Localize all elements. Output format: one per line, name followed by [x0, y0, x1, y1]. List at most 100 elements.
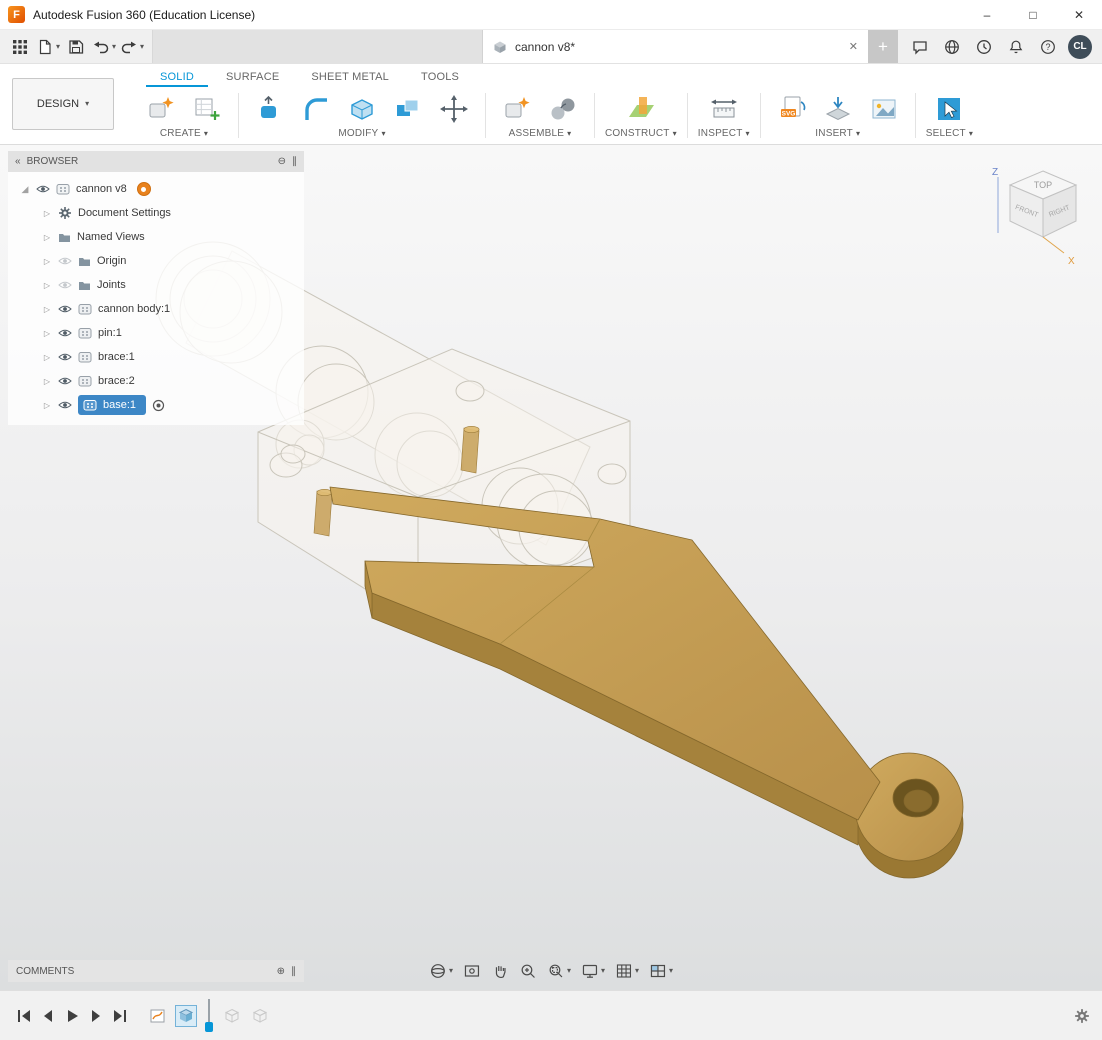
- browser-item-origin[interactable]: ▷ Origin: [8, 249, 304, 273]
- tab-sheet-metal[interactable]: SHEET METAL: [297, 68, 403, 87]
- timeline-extrude-feature-icon[interactable]: [176, 1006, 196, 1026]
- tab-close-icon[interactable]: ✕: [849, 40, 858, 53]
- assemble-dropdown[interactable]: ASSEMBLE▾: [509, 128, 572, 142]
- browser-item-named-views[interactable]: ▷ Named Views: [8, 225, 304, 249]
- 3d-viewport[interactable]: « BROWSER ⊖ ∥ ◢ cannon v8 ▷ Document Set: [0, 145, 1102, 990]
- measure-icon[interactable]: [703, 90, 745, 128]
- pan-hand-icon[interactable]: [487, 960, 513, 982]
- new-tab-button[interactable]: +: [868, 30, 898, 63]
- timeline-position-marker[interactable]: [204, 999, 214, 1033]
- timeline-suppressed-feature-icon[interactable]: [222, 1006, 242, 1026]
- visibility-eye-icon[interactable]: [58, 280, 72, 290]
- move-copy-icon[interactable]: [433, 90, 475, 128]
- selected-item-highlight[interactable]: base:1: [78, 395, 146, 415]
- expand-arrow-icon[interactable]: ▷: [42, 377, 52, 386]
- browser-root-item[interactable]: ◢ cannon v8: [8, 177, 304, 201]
- browser-item-pin[interactable]: ▷ pin:1: [8, 321, 304, 345]
- expand-arrow-icon[interactable]: ▷: [42, 281, 52, 290]
- viewcube[interactable]: Z TOP FRONT RIGHT X: [958, 163, 1088, 280]
- browser-item-brace-1[interactable]: ▷ brace:1: [8, 345, 304, 369]
- timeline-step-back-button[interactable]: [36, 1004, 60, 1028]
- construct-plane-icon[interactable]: [620, 90, 662, 128]
- browser-item-document-settings[interactable]: ▷ Document Settings: [8, 201, 304, 225]
- joint-icon[interactable]: [542, 90, 584, 128]
- panel-grip-icon[interactable]: ∥: [291, 966, 296, 977]
- fillet-icon[interactable]: [295, 90, 337, 128]
- grid-snaps-icon[interactable]: ▾: [611, 960, 643, 982]
- assemble-new-component-icon[interactable]: [496, 90, 538, 128]
- timeline-sketch-feature-icon[interactable]: [148, 1006, 168, 1026]
- help-icon[interactable]: ?: [1036, 34, 1060, 60]
- collapse-all-icon[interactable]: ⊖: [278, 156, 286, 167]
- visibility-eye-icon[interactable]: [58, 304, 72, 314]
- tab-tools[interactable]: TOOLS: [407, 68, 473, 87]
- comments-icon[interactable]: [908, 34, 932, 60]
- visibility-eye-icon[interactable]: [58, 328, 72, 338]
- browser-item-brace-2[interactable]: ▷ brace:2: [8, 369, 304, 393]
- visibility-eye-icon[interactable]: [58, 376, 72, 386]
- select-cursor-icon[interactable]: [928, 90, 970, 128]
- undo-button[interactable]: ▾: [92, 34, 116, 60]
- save-button[interactable]: [64, 34, 88, 60]
- browser-header[interactable]: « BROWSER ⊖ ∥: [8, 151, 304, 172]
- expand-arrow-icon[interactable]: ▷: [42, 233, 52, 242]
- file-menu-button[interactable]: ▾: [36, 34, 60, 60]
- activate-component-radio[interactable]: [152, 399, 165, 412]
- timeline-suppressed-feature-icon[interactable]: [250, 1006, 270, 1026]
- user-avatar[interactable]: CL: [1068, 35, 1092, 59]
- notifications-bell-icon[interactable]: [1004, 34, 1028, 60]
- insert-mesh-icon[interactable]: [817, 90, 859, 128]
- create-sketch-icon[interactable]: [186, 90, 228, 128]
- maximize-button[interactable]: □: [1010, 0, 1056, 29]
- press-pull-icon[interactable]: [249, 90, 291, 128]
- inspect-dropdown[interactable]: INSPECT▾: [698, 128, 750, 142]
- collapse-panel-icon[interactable]: «: [15, 156, 21, 167]
- look-at-icon[interactable]: [459, 960, 485, 982]
- display-settings-icon[interactable]: ▾: [577, 960, 609, 982]
- browser-item-base-selected[interactable]: ▷ base:1: [8, 393, 304, 417]
- minimize-button[interactable]: –: [964, 0, 1010, 29]
- select-dropdown[interactable]: SELECT▾: [926, 128, 973, 142]
- tab-solid[interactable]: SOLID: [146, 68, 208, 87]
- combine-icon[interactable]: [387, 90, 429, 128]
- fit-icon[interactable]: ▾: [543, 960, 575, 982]
- viewports-icon[interactable]: ▾: [645, 960, 677, 982]
- panel-grip-icon[interactable]: ∥: [292, 156, 297, 167]
- browser-item-cannon-body[interactable]: ▷ cannon body:1: [8, 297, 304, 321]
- close-button[interactable]: ✕: [1056, 0, 1102, 29]
- browser-item-joints[interactable]: ▷ Joints: [8, 273, 304, 297]
- expand-arrow-icon[interactable]: ▷: [42, 257, 52, 266]
- timeline-go-to-start-button[interactable]: [12, 1004, 36, 1028]
- visibility-eye-icon[interactable]: [36, 184, 50, 194]
- timeline-go-to-end-button[interactable]: [108, 1004, 132, 1028]
- expand-arrow-icon[interactable]: ▷: [42, 401, 52, 410]
- web-icon[interactable]: [940, 34, 964, 60]
- visibility-eye-icon[interactable]: [58, 256, 72, 266]
- expand-arrow-icon[interactable]: ▷: [42, 353, 52, 362]
- new-component-icon[interactable]: [140, 90, 182, 128]
- app-grid-icon[interactable]: [8, 34, 32, 60]
- expand-arrow-icon[interactable]: ◢: [20, 184, 30, 195]
- expand-arrow-icon[interactable]: ▷: [42, 305, 52, 314]
- visibility-eye-icon[interactable]: [58, 352, 72, 362]
- timeline-settings-gear-icon[interactable]: [1074, 1008, 1090, 1024]
- expand-arrow-icon[interactable]: ▷: [42, 209, 52, 218]
- timeline-track[interactable]: [148, 999, 270, 1033]
- insert-dropdown[interactable]: INSERT▾: [815, 128, 860, 142]
- insert-svg-icon[interactable]: SVG: [771, 90, 813, 128]
- timeline-play-button[interactable]: [60, 1004, 84, 1028]
- visibility-eye-icon[interactable]: [58, 400, 72, 410]
- comments-bar[interactable]: COMMENTS ⊕ ∥: [8, 960, 304, 982]
- add-comment-icon[interactable]: ⊕: [277, 966, 285, 977]
- zoom-icon[interactable]: [515, 960, 541, 982]
- expand-arrow-icon[interactable]: ▷: [42, 329, 52, 338]
- create-dropdown[interactable]: CREATE▾: [160, 128, 208, 142]
- construct-dropdown[interactable]: CONSTRUCT▾: [605, 128, 677, 142]
- timeline-step-forward-button[interactable]: [84, 1004, 108, 1028]
- redo-button[interactable]: ▾: [120, 34, 144, 60]
- document-tab[interactable]: cannon v8* ✕: [482, 30, 868, 63]
- shell-icon[interactable]: [341, 90, 383, 128]
- job-status-clock-icon[interactable]: [972, 34, 996, 60]
- canvas-image-icon[interactable]: [863, 90, 905, 128]
- orbit-icon[interactable]: ▾: [425, 960, 457, 982]
